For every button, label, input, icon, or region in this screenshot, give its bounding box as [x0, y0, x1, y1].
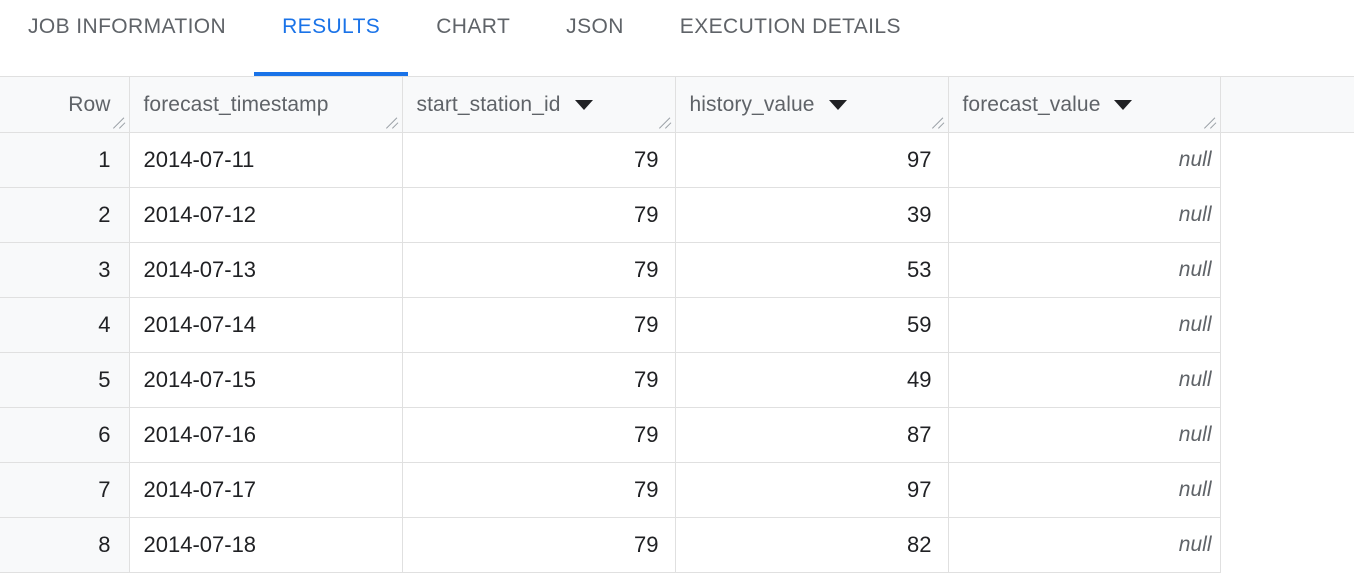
cell-start-station-id: 79: [402, 462, 676, 518]
column-header-inner: start_station_id: [417, 93, 661, 117]
column-header-history-value[interactable]: history_value: [675, 76, 949, 133]
column-header-inner: Row: [14, 93, 115, 117]
column-header-label: Row: [68, 92, 111, 116]
cell-forecast-timestamp: 2014-07-11: [129, 132, 403, 188]
cell-forecast-value: null: [948, 132, 1221, 188]
chevron-down-icon[interactable]: [574, 99, 593, 110]
cell-forecast-timestamp: 2014-07-17: [129, 462, 403, 518]
cell-filler: [1220, 352, 1354, 408]
table-row[interactable]: 8 2014-07-18 79 82 null: [0, 517, 1354, 573]
column-header-label: forecast_timestamp: [143, 92, 329, 116]
cell-start-station-id: 79: [402, 132, 676, 188]
resize-grip-icon[interactable]: [112, 116, 127, 130]
column-header-inner: forecast_timestamp: [144, 93, 388, 117]
tab-chart[interactable]: CHART: [408, 0, 538, 76]
cell-filler: [1220, 407, 1354, 463]
tab-label: CHART: [436, 15, 511, 38]
cell-start-station-id: 79: [402, 187, 676, 243]
results-table-container: Row forecast_timestamp start_station_id his…: [0, 76, 1354, 578]
cell-filler: [1220, 297, 1354, 353]
table-row[interactable]: 5 2014-07-15 79 49 null: [0, 352, 1354, 408]
cell-start-station-id: 79: [402, 242, 676, 298]
cell-forecast-timestamp: 2014-07-18: [129, 517, 403, 573]
resize-grip-icon[interactable]: [1203, 116, 1218, 130]
cell-forecast-value: null: [948, 407, 1221, 463]
column-header-filler: [1220, 76, 1354, 133]
cell-forecast-timestamp: 2014-07-12: [129, 187, 403, 243]
chevron-down-icon[interactable]: [828, 99, 847, 110]
cell-forecast-timestamp: 2014-07-14: [129, 297, 403, 353]
cell-history-value: 97: [675, 462, 949, 518]
column-header-label: start_station_id: [416, 92, 561, 116]
cell-history-value: 39: [675, 187, 949, 243]
row-number-cell: 3: [0, 242, 130, 298]
cell-history-value: 49: [675, 352, 949, 408]
column-header-forecast-timestamp[interactable]: forecast_timestamp: [129, 76, 403, 133]
cell-forecast-value: null: [948, 462, 1221, 518]
resize-grip-icon[interactable]: [385, 116, 400, 130]
chevron-down-icon[interactable]: [1114, 99, 1133, 110]
header-row: Row forecast_timestamp start_station_id his…: [0, 76, 1354, 133]
column-header-inner: forecast_value: [963, 93, 1206, 117]
cell-forecast-value: null: [948, 187, 1221, 243]
results-table-header: Row forecast_timestamp start_station_id his…: [0, 76, 1354, 133]
cell-filler: [1220, 132, 1354, 188]
column-header-start-station-id[interactable]: start_station_id: [402, 76, 676, 133]
cell-filler: [1220, 517, 1354, 573]
table-row[interactable]: 3 2014-07-13 79 53 null: [0, 242, 1354, 298]
cell-start-station-id: 79: [402, 517, 676, 573]
tab-label: EXECUTION DETAILS: [679, 15, 901, 38]
cell-history-value: 97: [675, 132, 949, 188]
results-table: Row forecast_timestamp start_station_id his…: [0, 76, 1354, 573]
resize-grip-icon[interactable]: [931, 116, 946, 130]
column-header-row[interactable]: Row: [0, 76, 130, 133]
tab-execution-details[interactable]: EXECUTION DETAILS: [652, 0, 929, 76]
table-row[interactable]: 1 2014-07-11 79 97 null: [0, 132, 1354, 188]
row-number-cell: 7: [0, 462, 130, 518]
tab-job-information[interactable]: JOB INFORMATION: [0, 0, 254, 76]
column-header-forecast-value[interactable]: forecast_value: [948, 76, 1221, 133]
row-number-cell: 4: [0, 297, 130, 353]
cell-filler: [1220, 187, 1354, 243]
resize-grip-icon[interactable]: [658, 116, 673, 130]
cell-filler: [1220, 242, 1354, 298]
column-header-inner: history_value: [690, 93, 934, 117]
cell-forecast-value: null: [948, 242, 1221, 298]
column-header-label: forecast_value: [962, 92, 1101, 116]
cell-start-station-id: 79: [402, 352, 676, 408]
results-tab-bar: JOB INFORMATION RESULTS CHART JSON EXECUTION…: [0, 0, 1354, 76]
table-row[interactable]: 4 2014-07-14 79 59 null: [0, 297, 1354, 353]
tab-results[interactable]: RESULTS: [254, 0, 409, 76]
results-table-body: 1 2014-07-11 79 97 null 2 2014-07-12 79 39 null 3 2…: [0, 132, 1354, 573]
cell-history-value: 87: [675, 407, 949, 463]
cell-forecast-timestamp: 2014-07-15: [129, 352, 403, 408]
row-number-cell: 1: [0, 132, 130, 188]
cell-forecast-value: null: [948, 517, 1221, 573]
cell-filler: [1220, 462, 1354, 518]
row-number-cell: 8: [0, 517, 130, 573]
tab-label: RESULTS: [282, 15, 381, 38]
table-row[interactable]: 6 2014-07-16 79 87 null: [0, 407, 1354, 463]
row-number-cell: 6: [0, 407, 130, 463]
tab-label: JSON: [566, 15, 624, 38]
row-number-cell: 5: [0, 352, 130, 408]
tab-json[interactable]: JSON: [538, 0, 652, 76]
table-row[interactable]: 2 2014-07-12 79 39 null: [0, 187, 1354, 243]
tab-label: JOB INFORMATION: [28, 15, 227, 38]
cell-history-value: 59: [675, 297, 949, 353]
column-header-label: history_value: [689, 92, 815, 116]
row-number-cell: 2: [0, 187, 130, 243]
cell-forecast-timestamp: 2014-07-13: [129, 242, 403, 298]
cell-start-station-id: 79: [402, 297, 676, 353]
cell-forecast-value: null: [948, 297, 1221, 353]
cell-history-value: 53: [675, 242, 949, 298]
table-row[interactable]: 7 2014-07-17 79 97 null: [0, 462, 1354, 518]
cell-start-station-id: 79: [402, 407, 676, 463]
cell-history-value: 82: [675, 517, 949, 573]
cell-forecast-timestamp: 2014-07-16: [129, 407, 403, 463]
cell-forecast-value: null: [948, 352, 1221, 408]
